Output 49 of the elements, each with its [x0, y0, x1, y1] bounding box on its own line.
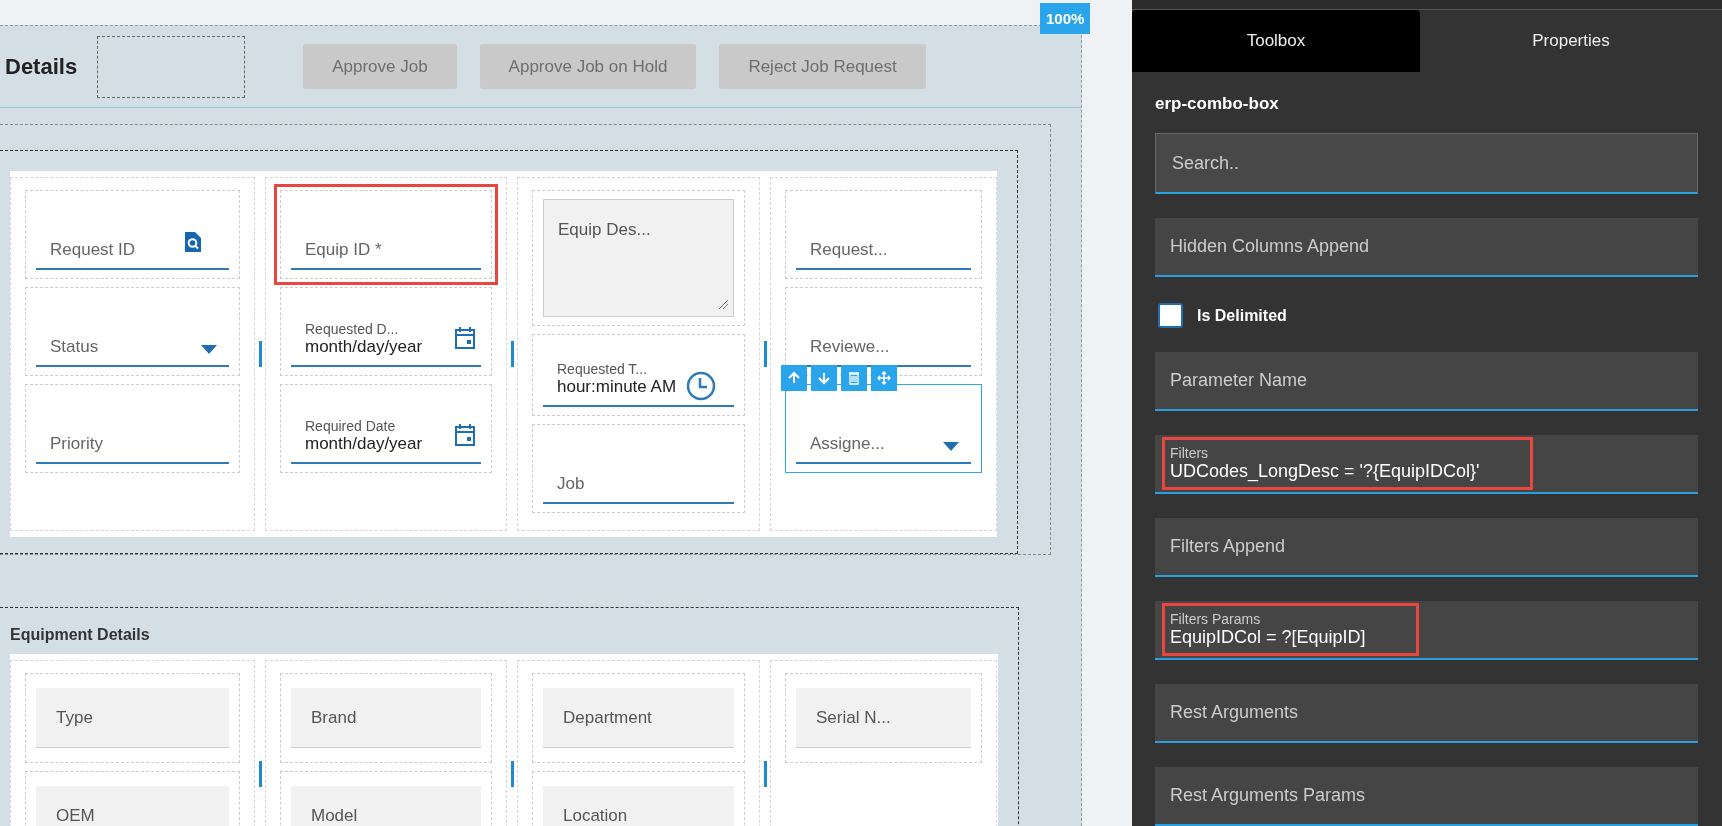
readonly-field: Serial N... — [796, 688, 971, 748]
resize-grip-icon[interactable] — [717, 298, 729, 310]
move-up-button[interactable] — [781, 365, 807, 391]
section-title: Details — [5, 53, 78, 80]
dropdown-field[interactable]: Assigne... — [796, 420, 971, 464]
trash-icon[interactable] — [847, 371, 861, 385]
action-button[interactable]: Reject Job Request — [719, 44, 926, 89]
resize-handle[interactable] — [763, 341, 767, 367]
resize-handle[interactable] — [510, 761, 514, 787]
selected-frame[interactable]: Assigne... — [785, 384, 982, 473]
caret-icon[interactable] — [943, 442, 959, 451]
property-field[interactable]: Rest Arguments — [1155, 684, 1698, 743]
property-field[interactable]: Rest Arguments Params — [1155, 767, 1698, 826]
section-title: Equipment Details — [10, 626, 151, 644]
resize-handle[interactable] — [763, 761, 767, 787]
checkbox-label: Is Delimited — [1197, 306, 1287, 325]
property-field[interactable]: Hidden Columns Append — [1155, 218, 1698, 277]
readonly-field: OEM — [36, 786, 229, 826]
action-button[interactable]: Approve Job on Hold — [479, 44, 697, 89]
readonly-field: Type — [36, 688, 229, 748]
move-down-button[interactable] — [811, 365, 837, 391]
arrow-up-icon[interactable] — [787, 371, 801, 385]
component-name: erp-combo-box — [1155, 94, 1280, 114]
property-field[interactable]: Filters Append — [1155, 518, 1698, 577]
resize-handle[interactable] — [258, 341, 262, 367]
calendar-icon[interactable] — [455, 327, 475, 349]
checkbox[interactable] — [1158, 303, 1183, 328]
arrow-down-icon[interactable] — [817, 371, 831, 385]
readonly-field: Department — [543, 688, 734, 748]
clock-icon[interactable] — [686, 371, 716, 401]
readonly-field: Location — [543, 786, 734, 826]
readonly-field: Brand — [291, 688, 481, 748]
panel-tab[interactable]: Toolbox — [1132, 10, 1420, 72]
move-arrows-icon[interactable] — [877, 371, 891, 385]
action-button[interactable]: Approve Job — [303, 44, 457, 89]
property-field[interactable]: Filters UDCodes_LongDesc = '?{EquipIDCol}' — [1155, 435, 1698, 494]
move-button[interactable] — [871, 365, 897, 391]
property-field[interactable]: Filters Params EquipIDCol = ?[EquipID] — [1155, 601, 1698, 660]
caret-icon[interactable] — [201, 345, 217, 354]
resize-handle[interactable] — [258, 761, 262, 787]
search-field[interactable]: Search.. — [1155, 133, 1698, 194]
delete-button[interactable] — [841, 365, 867, 391]
property-field[interactable]: Parameter Name — [1155, 352, 1698, 411]
zoom-badge: 100% — [1040, 3, 1091, 34]
text-area[interactable]: Equip Des... — [543, 199, 734, 317]
readonly-field: Model — [291, 786, 481, 826]
resize-handle[interactable] — [510, 341, 514, 367]
search-document-icon[interactable] — [183, 232, 201, 252]
calendar-icon[interactable] — [455, 424, 475, 446]
